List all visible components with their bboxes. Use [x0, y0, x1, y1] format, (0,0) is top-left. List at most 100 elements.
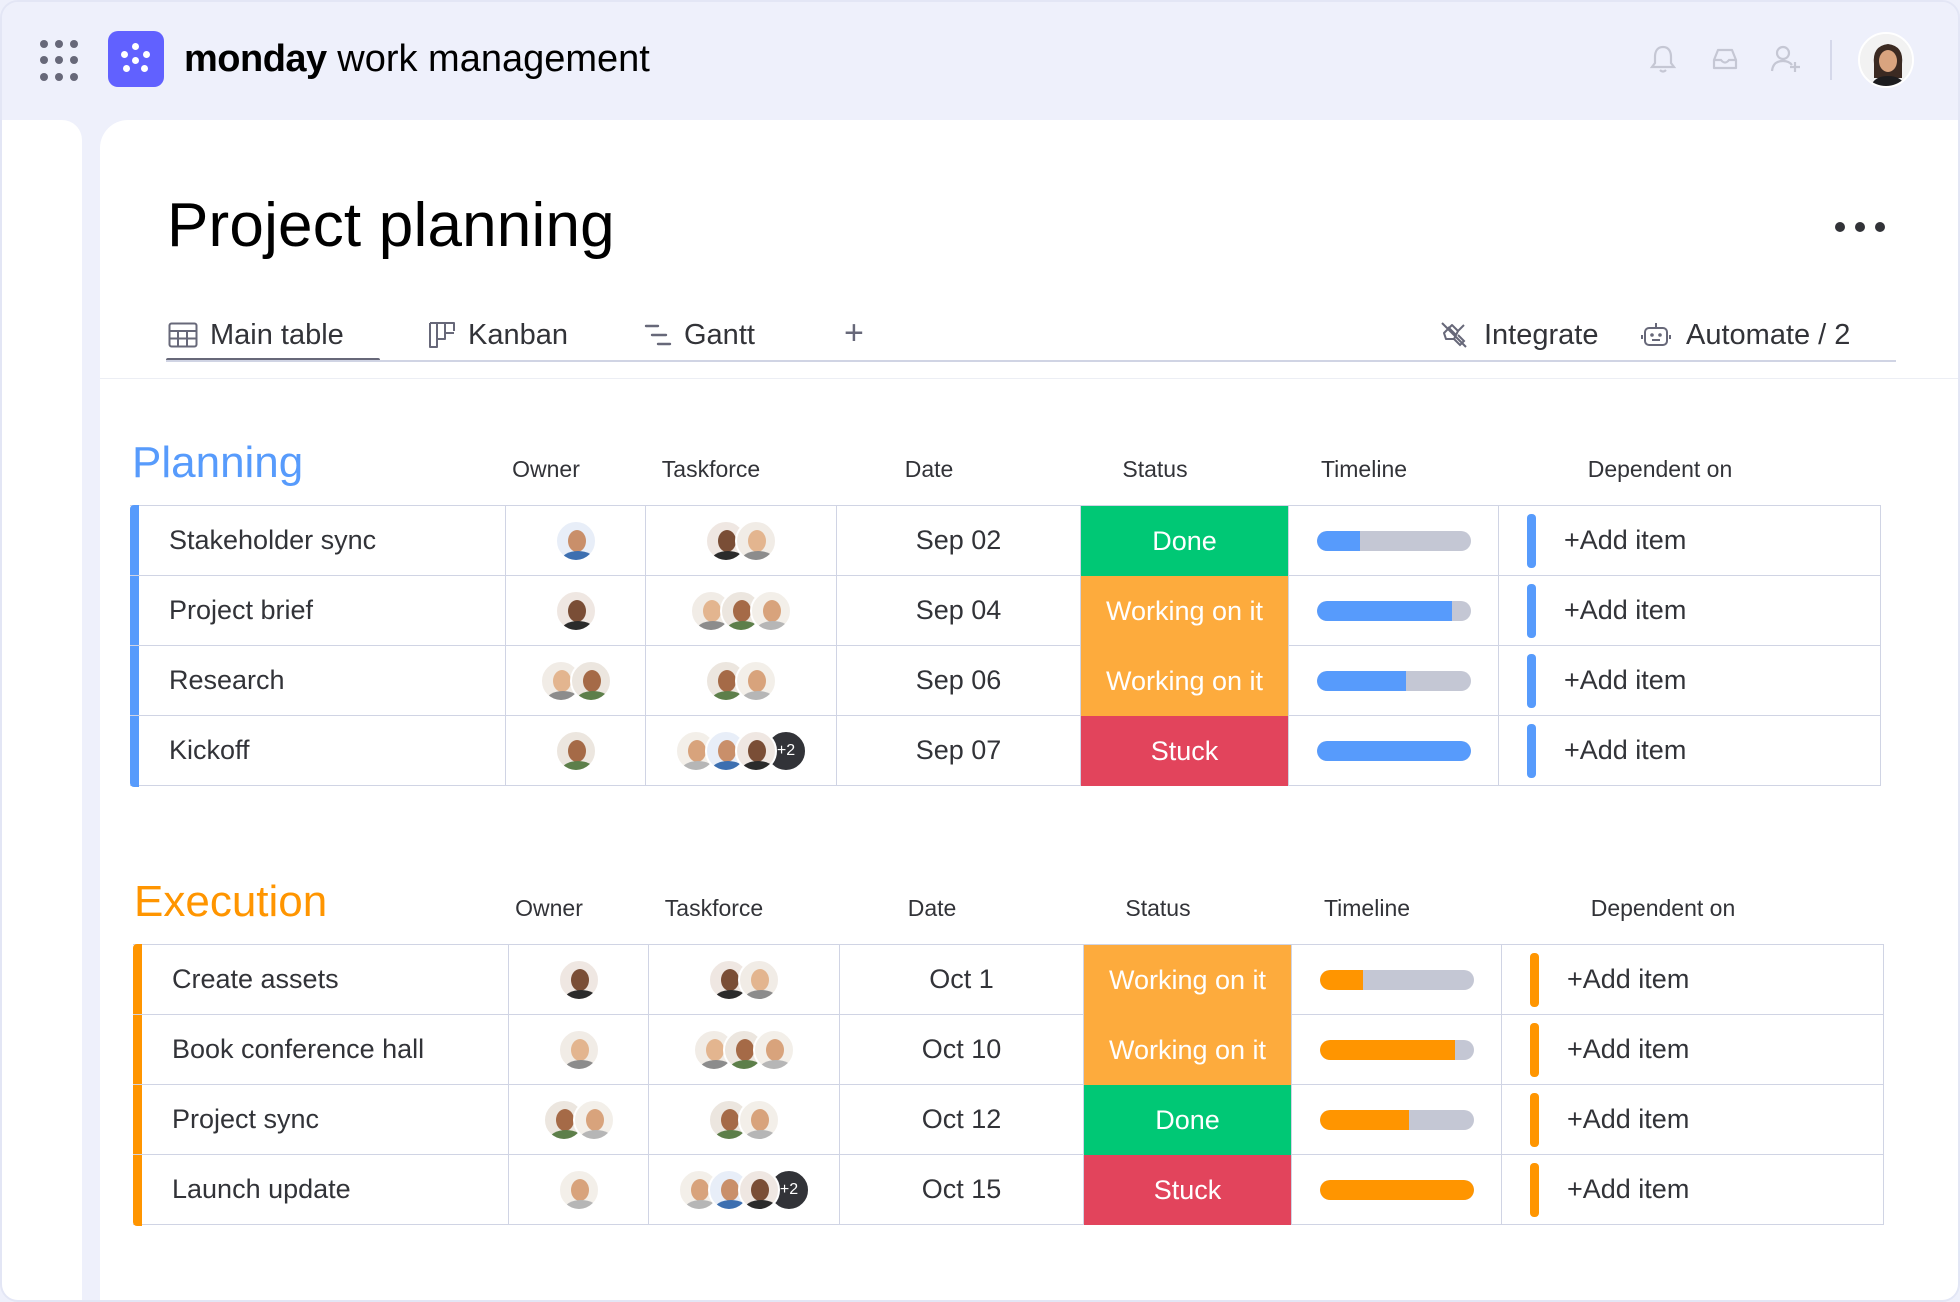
item-name[interactable]: Book conference hall	[142, 1015, 509, 1084]
table-row[interactable]: Stakeholder sync Sep 02 Done +Add item	[130, 506, 1881, 576]
column-header[interactable]: Taskforce	[614, 895, 814, 922]
item-name[interactable]: Stakeholder sync	[139, 506, 506, 575]
date-cell[interactable]: Oct 12	[840, 1085, 1084, 1154]
owner-cell[interactable]	[506, 646, 646, 715]
column-header[interactable]: Timeline	[1267, 895, 1467, 922]
column-header[interactable]: Dependent on	[1560, 456, 1760, 483]
column-header[interactable]: Date	[832, 895, 1032, 922]
person-avatar[interactable]	[735, 659, 777, 702]
dependent-cell[interactable]: +Add item	[1499, 576, 1881, 645]
timeline-cell[interactable]	[1292, 1155, 1502, 1224]
owner-cell[interactable]	[506, 506, 646, 575]
taskforce-cell[interactable]: +2	[646, 716, 837, 785]
item-name[interactable]: Project sync	[142, 1085, 509, 1154]
item-name[interactable]: Research	[139, 646, 506, 715]
date-cell[interactable]: Oct 1	[840, 945, 1084, 1014]
taskforce-cell[interactable]	[649, 945, 840, 1014]
column-header[interactable]: Taskforce	[611, 456, 811, 483]
table-row[interactable]: Project brief Sep 04 Working on it +Add ite…	[130, 576, 1881, 646]
dependent-cell[interactable]: +Add item	[1499, 716, 1881, 785]
add-view-button[interactable]: +	[844, 314, 864, 353]
person-avatar[interactable]	[738, 958, 780, 1001]
group-title[interactable]: Planning	[132, 438, 303, 488]
column-header[interactable]: Dependent on	[1563, 895, 1763, 922]
tab-kanban[interactable]: Kanban	[428, 312, 568, 358]
add-item-link[interactable]: +Add item	[1564, 595, 1686, 626]
status-cell[interactable]: Working on it	[1084, 945, 1292, 1015]
taskforce-cell[interactable]: +2	[649, 1155, 840, 1224]
timeline-cell[interactable]	[1289, 716, 1499, 785]
column-header[interactable]: Status	[1058, 895, 1258, 922]
person-avatar[interactable]	[572, 1098, 615, 1141]
status-cell[interactable]: Stuck	[1081, 716, 1289, 786]
owner-cell[interactable]	[509, 1085, 649, 1154]
add-item-link[interactable]: +Add item	[1564, 665, 1686, 696]
person-avatar[interactable]	[554, 589, 597, 632]
item-name[interactable]: Create assets	[142, 945, 509, 1014]
table-row[interactable]: Launch update +2 Oct 15 Stuck +Add item	[133, 1155, 1884, 1225]
person-avatar[interactable]	[557, 958, 600, 1001]
add-item-link[interactable]: +Add item	[1567, 1174, 1689, 1205]
item-name[interactable]: Project brief	[139, 576, 506, 645]
table-row[interactable]: Kickoff +2 Sep 07 Stuck +Add item	[130, 716, 1881, 786]
status-cell[interactable]: Done	[1084, 1085, 1292, 1155]
user-avatar[interactable]	[1858, 32, 1914, 88]
person-avatar[interactable]	[569, 659, 612, 702]
dependent-cell[interactable]: +Add item	[1502, 1085, 1884, 1154]
person-avatar[interactable]	[557, 1168, 600, 1211]
date-cell[interactable]: Sep 04	[837, 576, 1081, 645]
dependent-cell[interactable]: +Add item	[1502, 945, 1884, 1014]
taskforce-cell[interactable]	[646, 576, 837, 645]
owner-cell[interactable]	[509, 1015, 649, 1084]
status-cell[interactable]: Working on it	[1081, 646, 1289, 716]
taskforce-cell[interactable]	[649, 1085, 840, 1154]
taskforce-cell[interactable]	[649, 1015, 840, 1084]
timeline-cell[interactable]	[1289, 506, 1499, 575]
table-row[interactable]: Create assets Oct 1 Working on it +Add item	[133, 945, 1884, 1015]
bell-icon[interactable]	[1646, 42, 1680, 76]
timeline-cell[interactable]	[1292, 1015, 1502, 1084]
person-avatar[interactable]	[554, 729, 597, 772]
person-avatar[interactable]	[753, 1028, 795, 1071]
invite-user-icon[interactable]	[1769, 42, 1803, 76]
person-avatar[interactable]	[738, 1168, 780, 1211]
owner-cell[interactable]	[509, 1155, 649, 1224]
person-avatar[interactable]	[735, 729, 777, 772]
column-header[interactable]: Date	[829, 456, 1029, 483]
add-item-link[interactable]: +Add item	[1567, 964, 1689, 995]
timeline-cell[interactable]	[1289, 646, 1499, 715]
owner-cell[interactable]	[506, 716, 646, 785]
timeline-cell[interactable]	[1292, 945, 1502, 1014]
more-options-icon[interactable]	[1835, 218, 1889, 234]
table-row[interactable]: Book conference hall Oct 10 Working on it +…	[133, 1015, 1884, 1085]
date-cell[interactable]: Sep 07	[837, 716, 1081, 785]
add-item-link[interactable]: +Add item	[1564, 525, 1686, 556]
person-avatar[interactable]	[738, 1098, 780, 1141]
apps-grid-icon[interactable]	[40, 40, 82, 82]
owner-cell[interactable]	[506, 576, 646, 645]
item-name[interactable]: Kickoff	[139, 716, 506, 785]
taskforce-cell[interactable]	[646, 506, 837, 575]
date-cell[interactable]: Sep 02	[837, 506, 1081, 575]
add-item-link[interactable]: +Add item	[1567, 1034, 1689, 1065]
tab-gantt[interactable]: Gantt	[644, 312, 755, 358]
add-item-link[interactable]: +Add item	[1567, 1104, 1689, 1135]
dependent-cell[interactable]: +Add item	[1502, 1015, 1884, 1084]
integrate-button[interactable]: Integrate	[1438, 312, 1598, 358]
dependent-cell[interactable]: +Add item	[1499, 506, 1881, 575]
owner-cell[interactable]	[509, 945, 649, 1014]
group-title[interactable]: Execution	[134, 877, 327, 927]
tab-main-table[interactable]: Main table	[168, 312, 344, 358]
taskforce-cell[interactable]	[646, 646, 837, 715]
table-row[interactable]: Project sync Oct 12 Done +Add item	[133, 1085, 1884, 1155]
status-cell[interactable]: Working on it	[1081, 576, 1289, 646]
person-avatar[interactable]	[554, 519, 597, 562]
dependent-cell[interactable]: +Add item	[1499, 646, 1881, 715]
timeline-cell[interactable]	[1289, 576, 1499, 645]
date-cell[interactable]: Sep 06	[837, 646, 1081, 715]
date-cell[interactable]: Oct 15	[840, 1155, 1084, 1224]
automate-button[interactable]: Automate / 2	[1640, 312, 1850, 358]
column-header[interactable]: Timeline	[1264, 456, 1464, 483]
item-name[interactable]: Launch update	[142, 1155, 509, 1224]
table-row[interactable]: Research Sep 06 Working on it +Add item	[130, 646, 1881, 716]
